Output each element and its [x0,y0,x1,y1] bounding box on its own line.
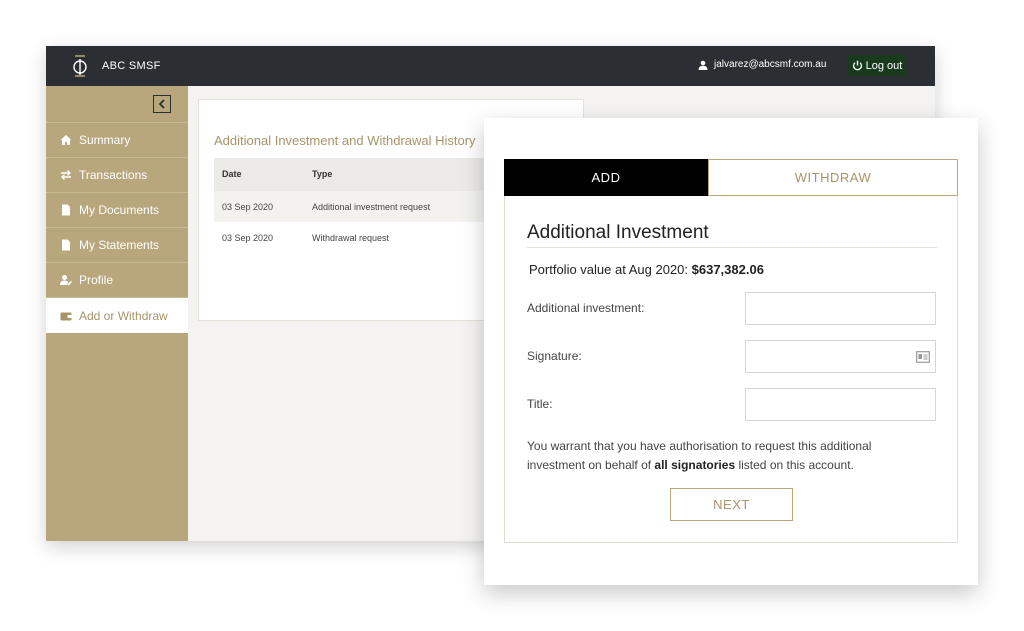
logo-icon [73,55,87,77]
top-bar: ABC SMSF jalvarez@abcsmf.com.au Log out [46,46,935,86]
sidebar-item-label: Transactions [79,167,148,182]
sidebar-item-add-or-withdraw[interactable]: Add or Withdraw [46,297,188,333]
additional-investment-label: Additional investment: [527,301,645,315]
sidebar-item-my-statements[interactable]: My Statements [46,227,188,261]
collapse-sidebar-button[interactable] [153,95,171,113]
sidebar-item-profile[interactable]: Profile [46,262,188,296]
row-type: Withdrawal request [312,233,390,243]
signature-input[interactable] [745,340,936,373]
brand-name: ABC SMSF [102,60,161,72]
next-button[interactable]: NEXT [670,488,793,521]
sidebar-item-label: My Statements [79,237,160,252]
power-icon [852,60,862,71]
history-title: Additional Investment and Withdrawal His… [214,133,476,148]
logout-label: Log out [865,59,903,72]
add-withdraw-panel: ADD WITHDRAW Additional Investment Portf… [484,118,978,585]
row-type: Additional investment request [312,202,431,212]
user-account[interactable]: jalvarez@abcsmf.com.au [698,59,826,70]
swap-arrows-icon [61,169,71,180]
sidebar: Summary Transactions My Documents My Sta… [46,86,188,541]
signature-label: Signature: [527,349,582,363]
home-icon [60,134,72,145]
chevron-left-icon [158,99,165,109]
document-icon [62,239,70,250]
sidebar-item-transactions[interactable]: Transactions [46,157,188,191]
row-date: 03 Sep 2020 [222,233,274,243]
divider [527,247,937,248]
sidebar-item-summary[interactable]: Summary [46,122,188,156]
sidebar-item-label: Profile [79,272,114,287]
sidebar-item-label: Add or Withdraw [79,308,168,323]
document-icon [62,204,70,215]
sidebar-item-label: Summary [79,132,131,147]
portfolio-label: Portfolio value at Aug 2020: [529,262,689,277]
user-icon [698,60,708,70]
tab-withdraw[interactable]: WITHDRAW [708,159,958,196]
portfolio-value: Portfolio value at Aug 2020: $637,382.06 [529,262,764,277]
column-header-date: Date [222,169,242,179]
logout-button[interactable]: Log out [848,55,906,76]
investment-form: Additional Investment Portfolio value at… [504,196,958,543]
form-title: Additional Investment [527,222,709,243]
wallet-icon [60,312,72,320]
user-email: jalvarez@abcsmf.com.au [714,59,827,70]
sidebar-item-label: My Documents [79,202,160,217]
warranty-text: You warrant that you have authorisation … [527,437,927,475]
tab-add[interactable]: ADD [504,159,708,196]
warranty-emphasis: all signatories [654,458,736,472]
user-edit-icon [60,274,72,286]
portfolio-amount: $637,382.06 [691,262,764,277]
title-label: Title: [527,397,553,411]
signature-card-icon [916,351,930,363]
tab-bar: ADD WITHDRAW [504,159,958,196]
row-date: 03 Sep 2020 [222,202,274,212]
additional-investment-input[interactable] [745,292,936,325]
sidebar-item-my-documents[interactable]: My Documents [46,192,188,226]
column-header-type: Type [312,169,333,179]
warranty-suffix: listed on this account. [738,458,854,472]
title-input[interactable] [745,388,936,421]
